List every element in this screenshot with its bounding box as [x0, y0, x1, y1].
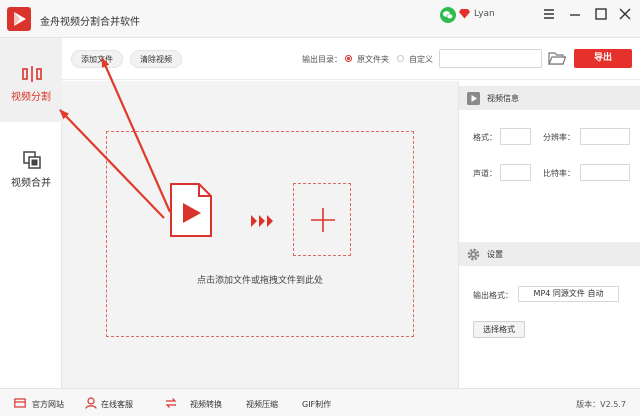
settings-header: 设置 — [459, 242, 640, 266]
channel-field — [500, 164, 531, 181]
video-compress-link[interactable]: 视频压缩 — [246, 399, 278, 410]
video-convert-link[interactable]: 视频转换 — [190, 399, 222, 410]
website-link[interactable]: 官方网站 — [32, 399, 64, 410]
close-icon[interactable] — [617, 6, 633, 22]
merge-icon — [23, 151, 41, 169]
wechat-icon[interactable] — [440, 7, 456, 23]
choose-format-button[interactable]: 选择格式 — [473, 321, 525, 338]
video-file-icon — [170, 183, 212, 237]
channel-label: 声道： — [473, 169, 497, 178]
format-label: 格式： — [473, 133, 497, 142]
split-icon — [22, 66, 42, 82]
video-info-icon — [467, 92, 480, 105]
sidebar-item-video-merge[interactable]: 视频合并 — [0, 142, 62, 226]
app-title: 金舟视频分割合并软件 — [40, 17, 140, 28]
home-icon — [14, 398, 26, 408]
sidebar: 视频分割 视频合并 — [0, 38, 62, 388]
output-dir-label: 输出目录： — [302, 55, 342, 64]
online-service-link[interactable]: 在线客服 — [101, 399, 133, 410]
convert-icon — [165, 398, 177, 408]
diamond-icon — [459, 9, 470, 19]
bitrate-label: 比特率： — [543, 169, 575, 178]
status-bar: 官方网站 在线客服 视频转换 视频压缩 GIF制作 版本：V2.5.7 — [0, 388, 640, 416]
maximize-icon[interactable] — [593, 6, 609, 22]
export-button[interactable]: 导出 — [574, 49, 632, 68]
format-field — [500, 128, 531, 145]
add-file-button[interactable]: 添加文件 — [71, 50, 123, 68]
radio-custom-label: 自定义 — [409, 55, 433, 64]
minimize-icon[interactable] — [567, 6, 583, 22]
clear-video-button[interactable]: 清除视频 — [130, 50, 182, 68]
video-info-header: 视频信息 — [459, 86, 640, 110]
plus-icon — [311, 208, 335, 232]
radio-source-folder[interactable] — [345, 55, 352, 62]
drop-hint: 点击添加文件或拖拽文件到此处 — [196, 276, 323, 286]
hamburger-menu-icon[interactable] — [541, 6, 557, 22]
sidebar-item-video-split[interactable]: 视频分割 — [0, 38, 62, 122]
add-file-box[interactable] — [293, 183, 351, 256]
headset-icon — [85, 397, 97, 409]
gear-icon — [467, 248, 480, 261]
right-panel: 视频信息 格式： 分辨率： 声道： 比特率： 设置 输出格式： MP4 同源文件… — [458, 81, 640, 388]
radio-custom[interactable] — [397, 55, 404, 62]
sidebar-item-label: 视频分割 — [11, 92, 51, 103]
app-logo-icon — [7, 7, 31, 31]
gif-maker-link[interactable]: GIF制作 — [302, 399, 331, 410]
resolution-field — [580, 128, 630, 145]
toolbar: 添加文件 清除视频 输出目录： 原文件夹 自定义 导出 — [62, 38, 640, 80]
radio-source-label: 原文件夹 — [357, 55, 389, 64]
settings-title: 设置 — [487, 250, 503, 259]
drop-zone[interactable]: 点击添加文件或拖拽文件到此处 — [106, 131, 414, 337]
main-area: 点击添加文件或拖拽文件到此处 — [62, 81, 458, 388]
output-format-label: 输出格式： — [473, 291, 513, 300]
version-label: 版本：V2.5.7 — [576, 400, 626, 409]
sidebar-item-label: 视频合并 — [11, 178, 51, 189]
username[interactable]: Lyan — [474, 9, 495, 19]
output-path-input[interactable] — [439, 49, 542, 68]
resolution-label: 分辨率： — [543, 133, 575, 142]
output-format-field[interactable]: MP4 同源文件 自动 — [518, 286, 619, 302]
forward-arrows-icon — [251, 215, 273, 227]
video-info-title: 视频信息 — [487, 94, 519, 103]
folder-icon[interactable] — [548, 50, 566, 66]
bitrate-field — [580, 164, 630, 181]
title-bar: 金舟视频分割合并软件 Lyan — [0, 0, 640, 38]
